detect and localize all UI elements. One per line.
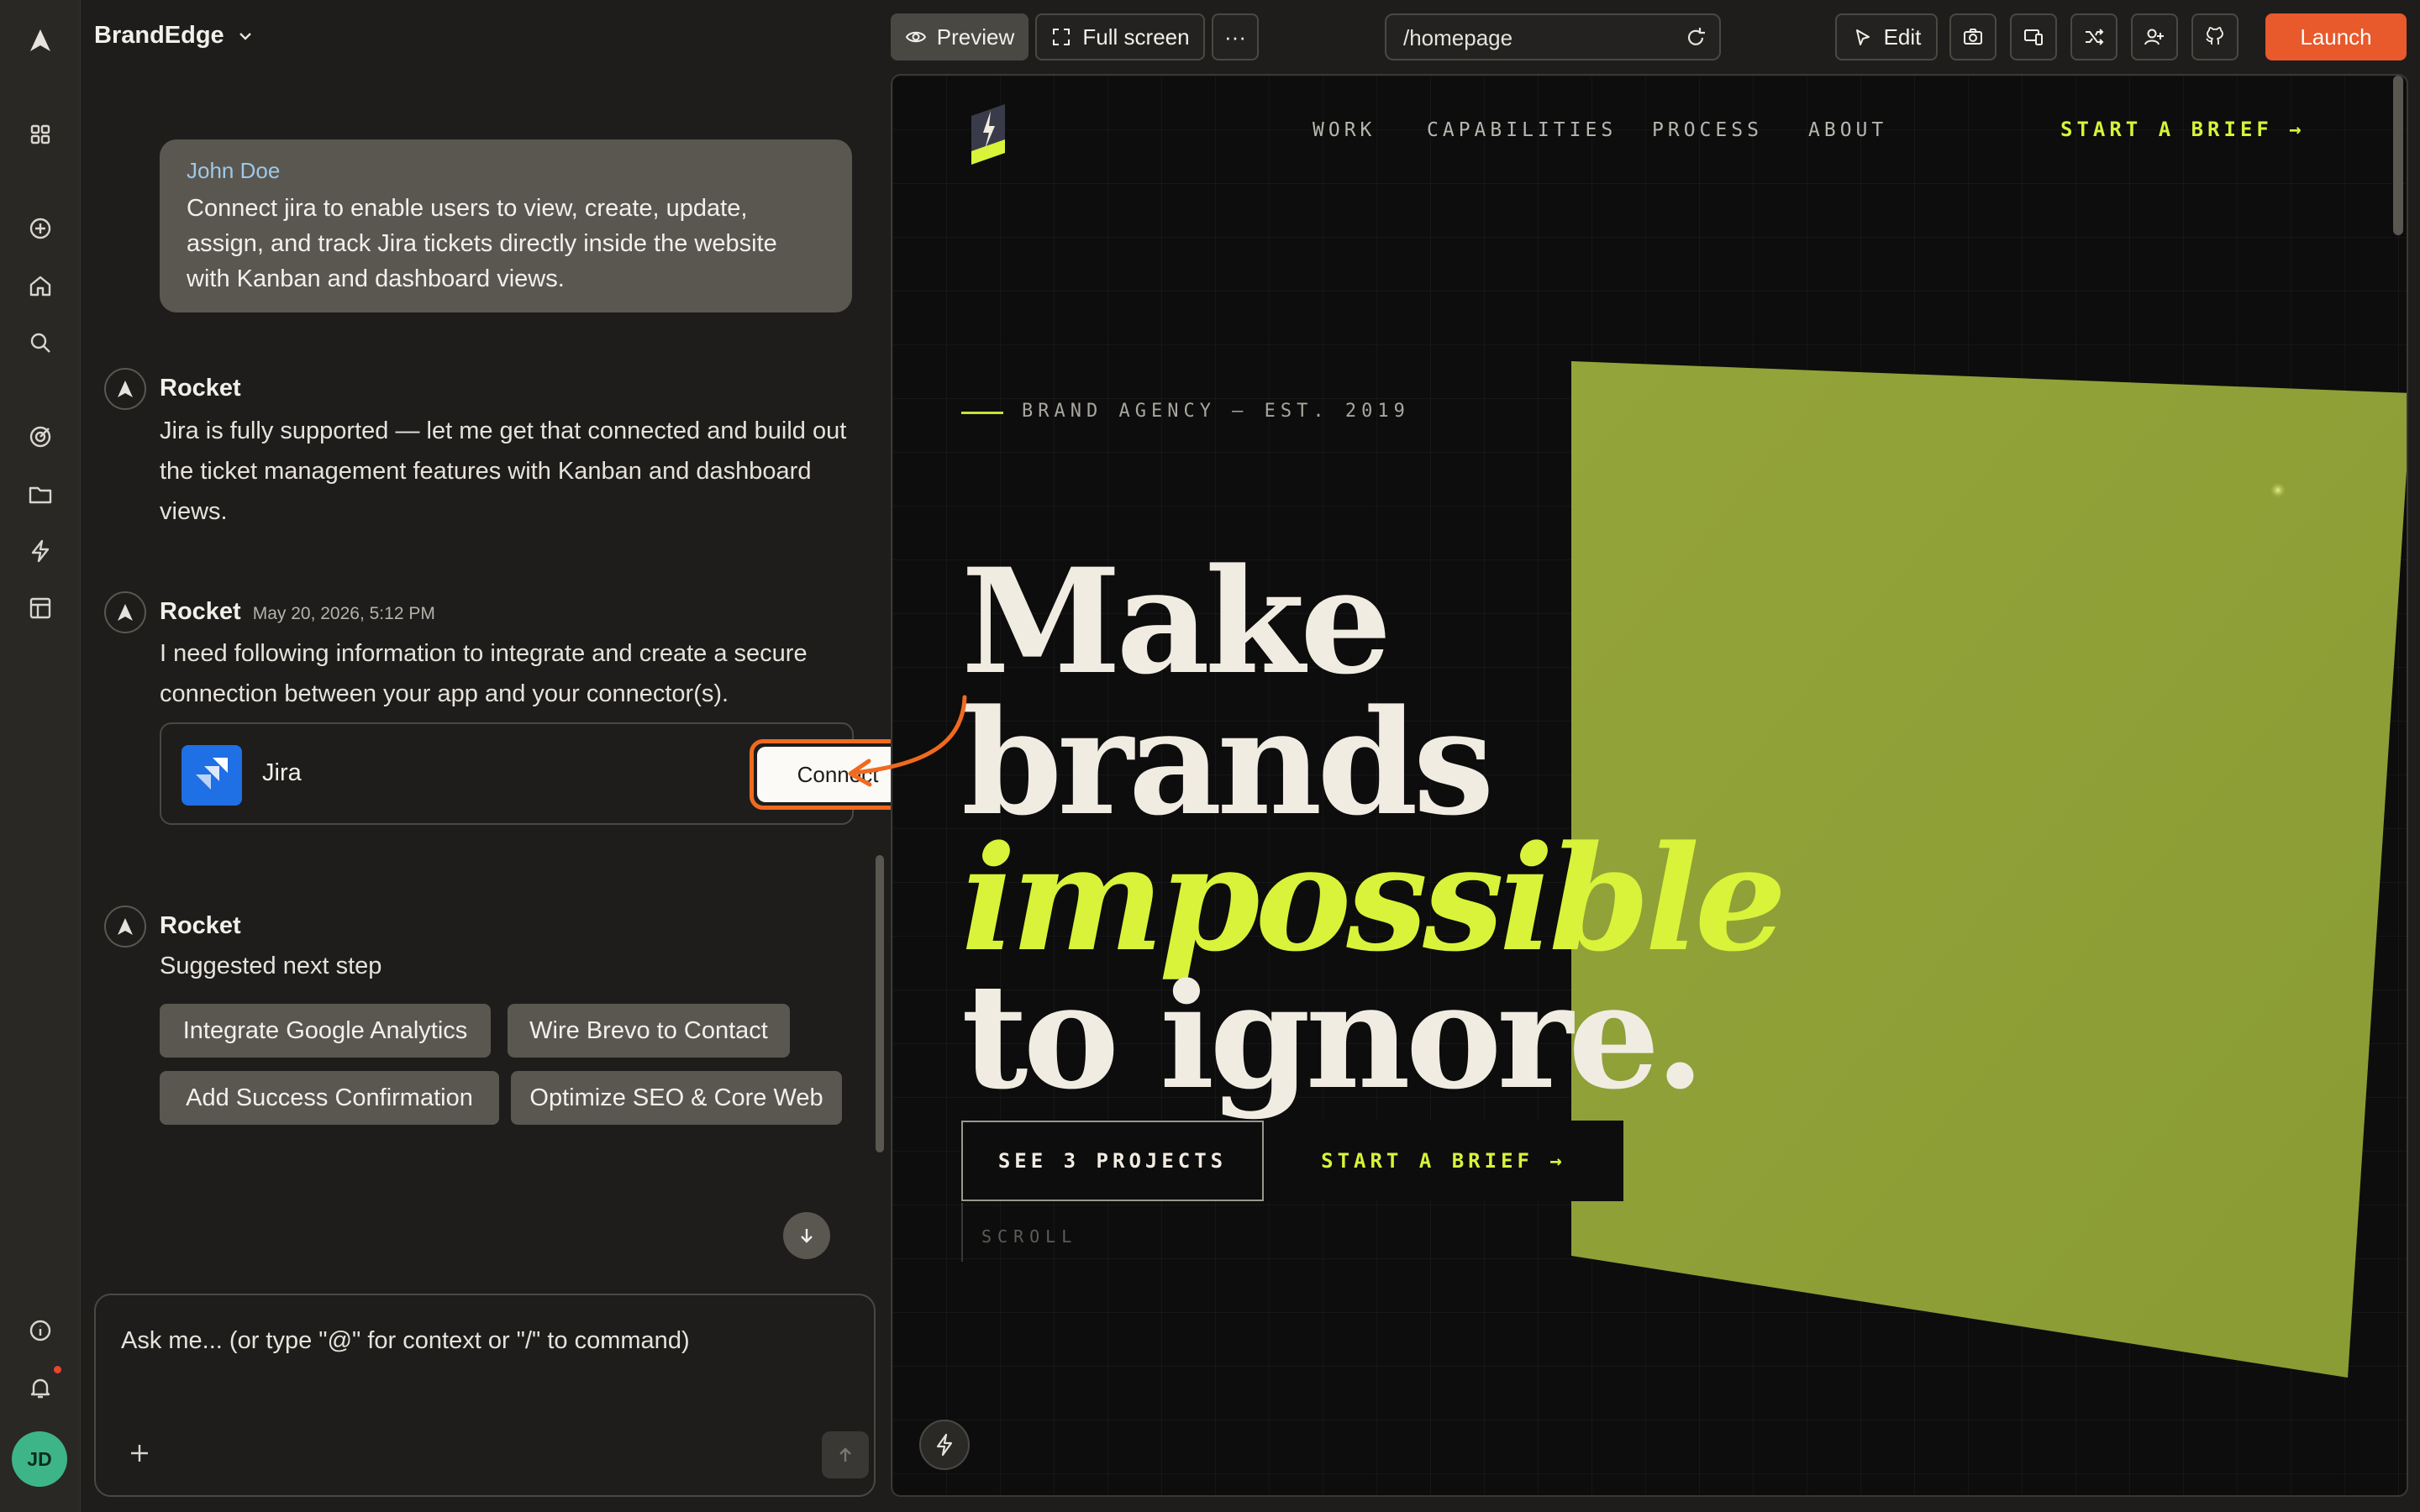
shuffle-button[interactable]	[2070, 13, 2118, 60]
chat-input[interactable]	[121, 1324, 844, 1357]
see-projects-button[interactable]: SEE 3 PROJECTS	[961, 1121, 1264, 1201]
edit-button[interactable]: Edit	[1835, 13, 1938, 60]
shuffle-icon	[2086, 29, 2104, 45]
launch-button[interactable]: Launch	[2265, 13, 2407, 60]
connector-name: Jira	[262, 759, 302, 786]
site-logo-icon[interactable]	[963, 101, 1013, 165]
devices-icon	[2024, 29, 2043, 45]
edit-label: Edit	[1883, 24, 1922, 50]
responsive-button[interactable]	[2010, 13, 2057, 60]
bolt-fab-button[interactable]	[919, 1420, 970, 1470]
bolt-icon[interactable]	[20, 531, 60, 571]
hero-headline-line: Make	[961, 536, 1392, 706]
attach-plus-icon[interactable]	[124, 1438, 155, 1468]
cursor-icon	[1855, 29, 1870, 45]
new-project-icon[interactable]	[20, 208, 60, 249]
fullscreen-button[interactable]: Full screen	[1035, 13, 1205, 60]
apps-icon[interactable]	[20, 114, 60, 155]
project-switcher[interactable]: BrandEdge	[94, 22, 255, 50]
eye-icon	[905, 31, 926, 43]
nav-link-process[interactable]: PROCESS	[1652, 119, 1763, 141]
bell-icon[interactable]	[20, 1368, 60, 1408]
suggestion-chip[interactable]: Wire Brevo to Contact	[508, 1004, 790, 1058]
chevron-down-icon	[239, 32, 251, 40]
send-button[interactable]	[822, 1431, 869, 1478]
connector-card: Jira Connect	[160, 722, 926, 825]
chat-panel: BrandEdge John Doe Connect jira to enabl…	[81, 0, 926, 1512]
eyebrow-rule	[961, 412, 1003, 414]
chat-scrollbar[interactable]	[876, 855, 884, 1152]
message-author: Rocket May 20, 2026, 5:12 PM	[160, 598, 435, 625]
invite-user-button[interactable]	[2131, 13, 2178, 60]
rocket-avatar-icon	[104, 368, 146, 410]
hero-headline-line: to ignore.	[961, 951, 1705, 1121]
message-text: I need following information to integrat…	[160, 640, 808, 707]
start-brief-button[interactable]: START A BRIEF →	[1264, 1121, 1623, 1201]
url-input[interactable]	[1403, 25, 1681, 50]
preview-toolbar: Preview Full screen ··· Edit Launch	[881, 0, 2420, 74]
user-message-text: Connect jira to enable users to view, cr…	[187, 195, 777, 292]
suggestion-chip[interactable]: Integrate Google Analytics	[160, 1004, 491, 1058]
nav-link-capabilities[interactable]: CAPABILITIES	[1427, 119, 1617, 141]
site-preview: WORK CAPABILITIES PROCESS ABOUT START A …	[891, 74, 2408, 1497]
rocket-avatar-icon	[104, 906, 146, 948]
camera-icon	[1964, 29, 1982, 45]
url-bar	[1385, 13, 1721, 60]
scroll-indicator-line	[961, 1203, 963, 1262]
github-icon	[2206, 27, 2223, 45]
target-icon[interactable]	[20, 417, 60, 457]
hero-eyebrow: BRAND AGENCY — EST. 2019	[1022, 401, 1410, 422]
jira-logo-icon	[182, 745, 242, 806]
message-author: Rocket	[160, 375, 241, 402]
message-timestamp: May 20, 2026, 5:12 PM	[252, 604, 435, 623]
nav-link-about[interactable]: ABOUT	[1808, 119, 1887, 141]
suggestion-chip[interactable]: Optimize SEO & Core Web	[511, 1071, 842, 1125]
refresh-icon[interactable]	[1684, 26, 1707, 50]
preview-label: Preview	[936, 24, 1015, 50]
expand-icon	[1053, 29, 1071, 45]
more-icon: ···	[1224, 24, 1246, 50]
message-text: Suggested next step	[160, 953, 382, 979]
notification-dot	[54, 1366, 61, 1373]
screenshot-button[interactable]	[1949, 13, 1996, 60]
message-author: Rocket	[160, 912, 241, 939]
search-icon[interactable]	[20, 323, 60, 363]
message-text: Jira is fully supported — let me get tha…	[160, 417, 847, 525]
icon-rail: JD	[0, 0, 81, 1512]
user-plus-icon	[2144, 29, 2164, 45]
suggestion-chip[interactable]: Add Success Confirmation	[160, 1071, 499, 1125]
nav-link-work[interactable]: WORK	[1313, 119, 1376, 141]
chat-composer	[94, 1294, 876, 1497]
rocket-logo-icon[interactable]	[20, 20, 60, 60]
arrow-down-icon	[801, 1229, 813, 1243]
info-icon[interactable]	[20, 1310, 60, 1351]
github-button[interactable]	[2191, 13, 2238, 60]
nav-start-brief-link[interactable]: START A BRIEF →	[2060, 118, 2306, 141]
bolt-icon	[936, 1433, 953, 1457]
scroll-label: SCROLL	[981, 1226, 1078, 1247]
rocket-avatar-icon	[104, 591, 146, 633]
fullscreen-label: Full screen	[1082, 24, 1190, 50]
more-button[interactable]: ···	[1212, 13, 1259, 60]
preview-button[interactable]: Preview	[891, 13, 1028, 60]
user-message-author: John Doe	[187, 158, 281, 183]
user-message-bubble: John Doe Connect jira to enable users to…	[160, 139, 852, 312]
folder-icon[interactable]	[20, 474, 60, 514]
preview-scrollbar[interactable]	[2393, 76, 2403, 235]
arrow-up-icon	[839, 1447, 851, 1462]
avatar[interactable]: JD	[12, 1431, 67, 1487]
scroll-to-bottom-button[interactable]	[783, 1212, 830, 1259]
home-icon[interactable]	[20, 265, 60, 306]
project-name: BrandEdge	[94, 22, 224, 49]
layout-icon[interactable]	[20, 588, 60, 628]
